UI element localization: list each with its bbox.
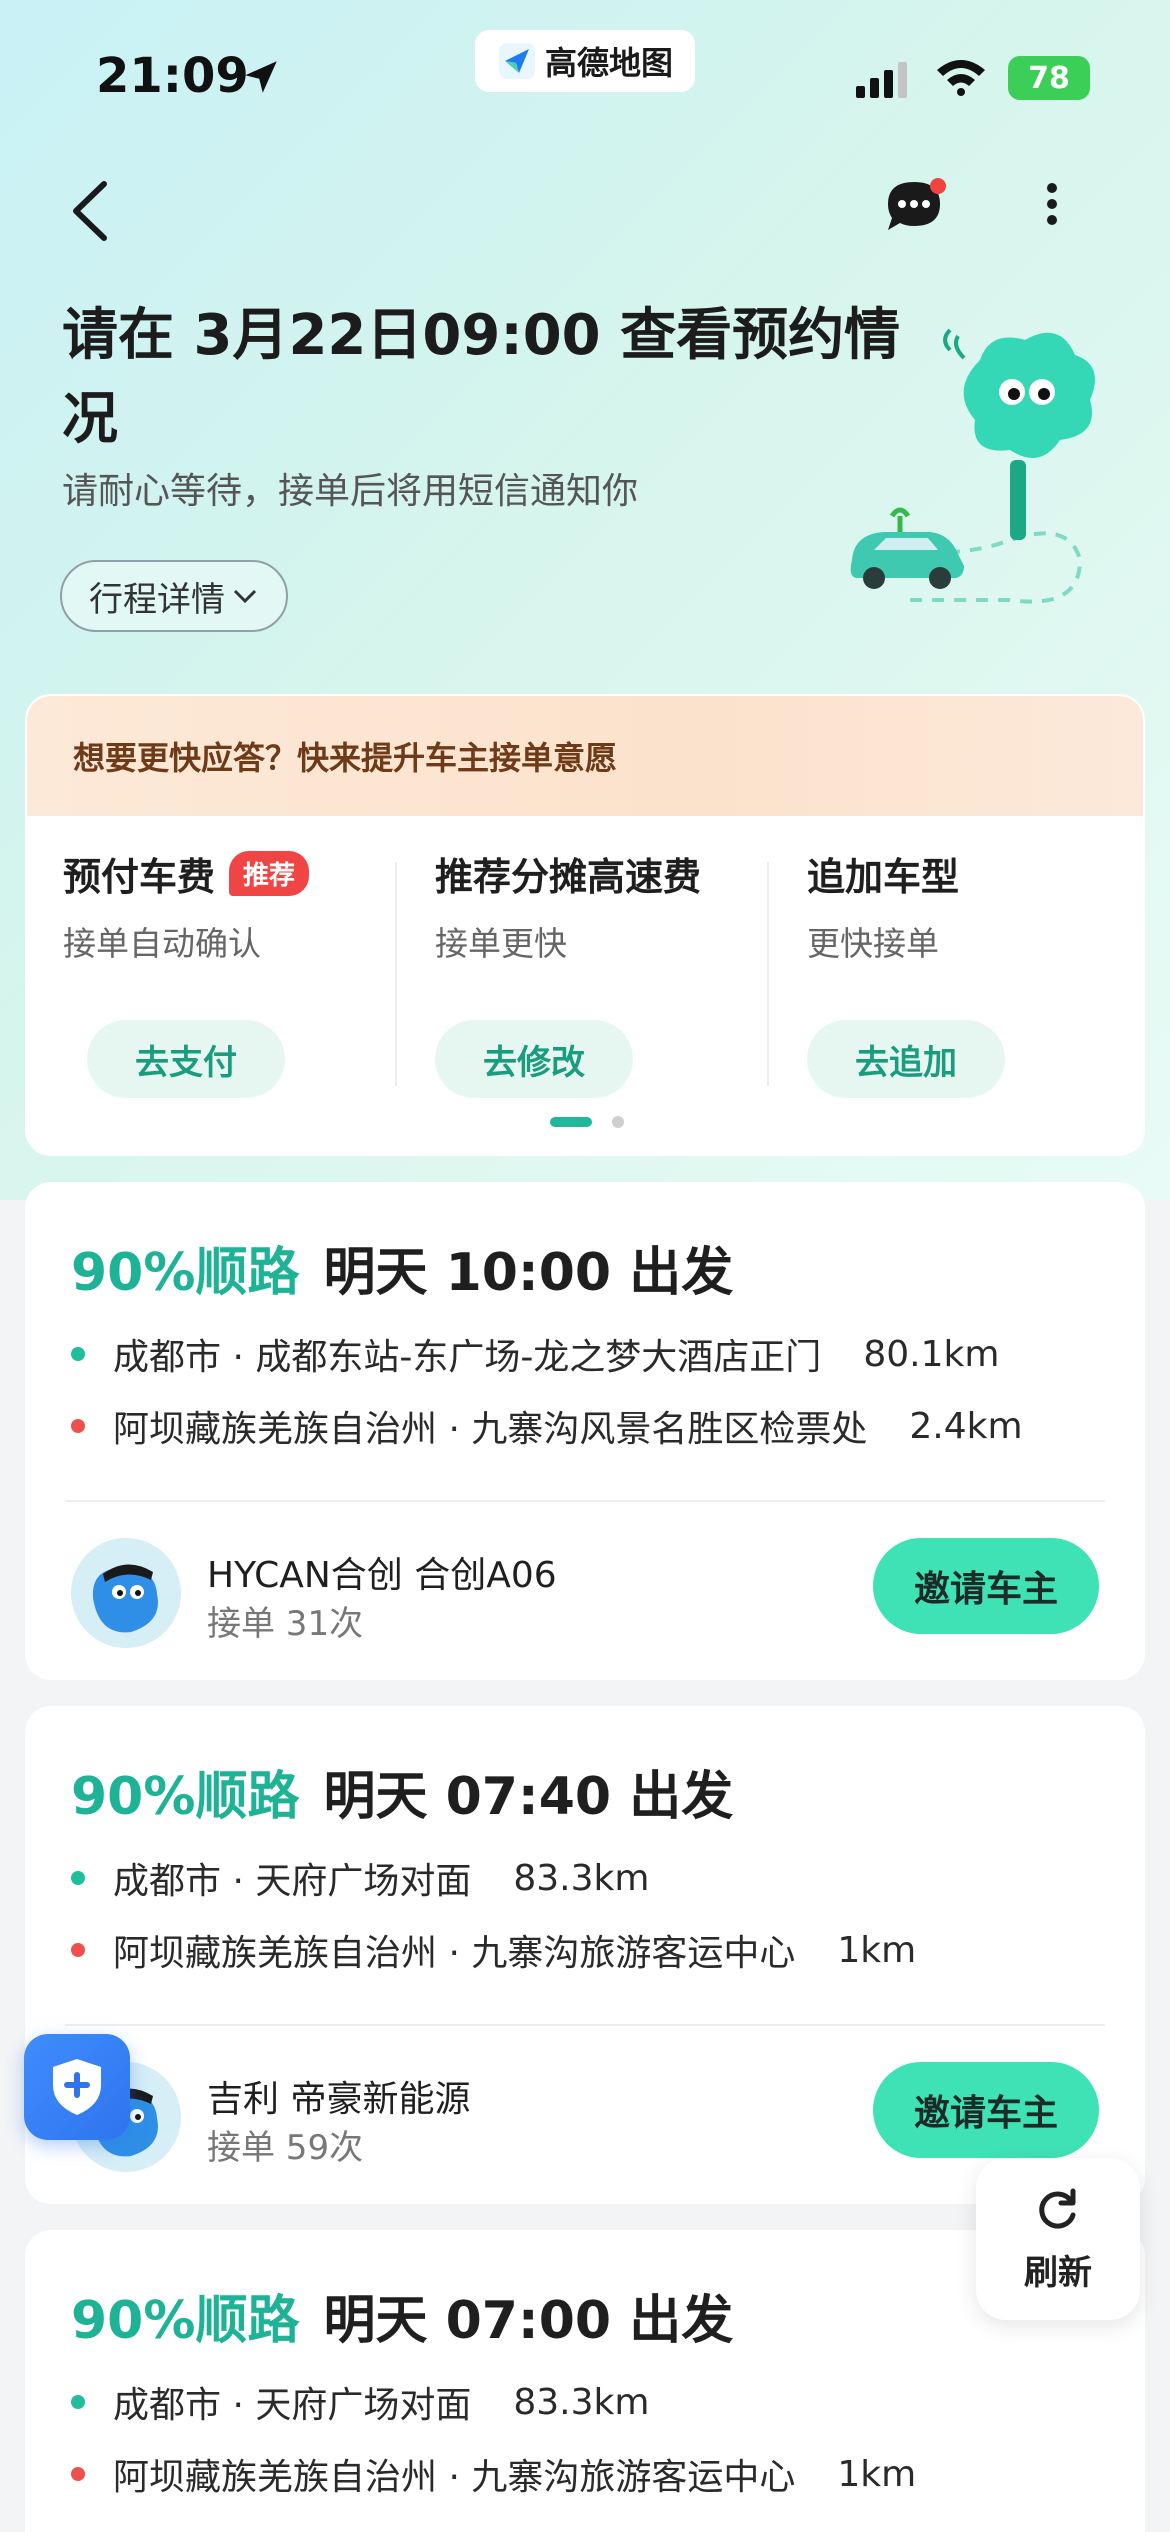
origin-distance: 83.3km [513, 1857, 650, 1899]
destination-text: 阿坝藏族羌族自治州 · 九寨沟风景名胜区检票处 [113, 1409, 868, 1450]
ride-card[interactable]: 90%顺路 明天 10:00 出发 成都市 · 成都东站-东广场-龙之梦大酒店正… [25, 1182, 1145, 1680]
route-match: 90%顺路 [71, 2291, 300, 2351]
destination-text: 阿坝藏族羌族自治州 · 九寨沟旅游客运中心 [113, 2457, 796, 2498]
status-time: 21:09 [96, 48, 249, 104]
origin-text: 成都市 · 成都东站-东广场-龙之梦大酒店正门 [113, 1337, 822, 1378]
route-destination: 阿坝藏族羌族自治州 · 九寨沟风景名胜区检票处 2.4km [71, 1400, 1023, 1452]
promo-option-subtitle: 接单更快 [435, 924, 567, 963]
promo-option-title: 推荐分摊高速费 [435, 855, 702, 899]
ride-title: 90%顺路 明天 10:00 出发 [71, 1230, 733, 1305]
route-origin: 成都市 · 天府广场对面 83.3km [71, 1852, 649, 1904]
route-match: 90%顺路 [71, 1243, 300, 1303]
promo-option-subtitle: 接单自动确认 [63, 924, 261, 963]
promo-banner: 想要更快应答？快来提升车主接单意愿 [27, 696, 1143, 816]
safety-shield-button[interactable] [24, 2034, 130, 2140]
route-match: 90%顺路 [71, 1767, 300, 1827]
promo-banner-text: 想要更快应答？快来提升车主接单意愿 [73, 739, 618, 777]
invite-driver-button[interactable]: 邀请车主 [873, 1538, 1099, 1634]
promo-card: 想要更快应答？快来提升车主接单意愿 预付车费 推荐 接单自动确认 去支付 推荐分… [25, 694, 1145, 1156]
carousel-dot[interactable] [612, 1116, 624, 1128]
refresh-label: 刷新 [1024, 2252, 1092, 2293]
refresh-button[interactable]: 刷新 [976, 2158, 1140, 2320]
destination-distance: 1km [837, 1929, 917, 1971]
car-model: HYCAN合创 合创A06 [207, 1555, 557, 1596]
ride-title: 90%顺路 明天 07:40 出发 [71, 1754, 733, 1829]
page-subtitle: 请耐心等待，接单后将用短信通知你 [62, 471, 639, 512]
destination-dot-icon [71, 1419, 85, 1433]
carousel-indicator [27, 1116, 1143, 1128]
divider [395, 862, 397, 1086]
battery-level: 78 [1028, 60, 1070, 96]
origin-dot-icon [71, 1347, 85, 1361]
destination-dot-icon [71, 2467, 85, 2481]
cellular-signal-icon [856, 62, 907, 98]
route-destination: 阿坝藏族羌族自治州 · 九寨沟旅游客运中心 1km [71, 1924, 916, 1976]
refresh-icon [1039, 2188, 1076, 2229]
page-title: 请在 3月22日09:00 查看预约情况 [62, 303, 901, 452]
origin-dot-icon [71, 2395, 85, 2409]
destination-distance: 1km [837, 2453, 917, 2495]
driver-order-count: 接单 31次 [207, 1604, 364, 1644]
shield-icon [53, 2059, 101, 2115]
divider [65, 2024, 1105, 2026]
ride-card[interactable]: 90%顺路 明天 07:40 出发 成都市 · 天府广场对面 83.3km 阿坝… [25, 1706, 1145, 2204]
app-name: 高德地图 [544, 44, 673, 82]
promo-option-prepay: 预付车费 推荐 接单自动确认 去支付 [63, 846, 423, 1098]
ride-title: 90%顺路 明天 07:00 出发 [71, 2278, 733, 2353]
promo-options: 预付车费 推荐 接单自动确认 去支付 推荐分摊高速费 接单更快 去修改 追加车型… [27, 816, 1143, 1154]
avatar [71, 1538, 181, 1648]
promo-option-add-car-type: 追加车型 更快接单 去追加 [807, 846, 1143, 1098]
mascot-illustration [850, 328, 1095, 604]
trip-detail-button[interactable]: 行程详情 [60, 560, 288, 632]
departure-time: 明天 07:00 出发 [323, 2291, 734, 2351]
trip-detail-label: 行程详情 [89, 579, 225, 620]
location-arrow-icon [245, 61, 277, 93]
modify-button[interactable]: 去修改 [435, 1020, 633, 1098]
route-destination: 阿坝藏族羌族自治州 · 九寨沟旅游客运中心 1km [71, 2448, 916, 2500]
divider [767, 862, 769, 1086]
battery-indicator: 78 [1008, 56, 1090, 100]
promo-option-toll-share: 推荐分摊高速费 接单更快 去修改 [435, 846, 795, 1098]
recommend-badge: 推荐 [229, 851, 310, 896]
departure-time: 明天 07:40 出发 [323, 1767, 734, 1827]
origin-dot-icon [71, 1871, 85, 1885]
route-origin: 成都市 · 成都东站-东广场-龙之梦大酒店正门 80.1km [71, 1328, 999, 1380]
destination-distance: 2.4km [909, 1405, 1023, 1447]
add-car-type-button[interactable]: 去追加 [807, 1020, 1005, 1098]
origin-text: 成都市 · 天府广场对面 [113, 1861, 472, 1902]
chat-icon[interactable] [880, 176, 950, 236]
driver-mascot-icon [92, 1564, 158, 1633]
invite-driver-button[interactable]: 邀请车主 [873, 2062, 1099, 2158]
car-model: 吉利 帝豪新能源 [207, 2079, 471, 2120]
promo-option-subtitle: 更快接单 [807, 924, 939, 963]
more-options-icon[interactable] [1032, 174, 1072, 244]
origin-distance: 80.1km [863, 1333, 1000, 1375]
app-indicator[interactable]: 高德地图 [475, 30, 695, 92]
chevron-down-icon [233, 589, 257, 604]
departure-time: 明天 10:00 出发 [323, 1243, 734, 1303]
origin-distance: 83.3km [513, 2381, 650, 2423]
back-arrow-icon[interactable] [64, 176, 116, 246]
status-bar: 21:09 高德地图 78 [0, 0, 1170, 150]
carousel-dot-active [550, 1117, 592, 1127]
wifi-icon [937, 60, 985, 96]
amap-logo-icon [498, 43, 535, 79]
pay-now-button[interactable]: 去支付 [87, 1020, 285, 1098]
destination-dot-icon [71, 1943, 85, 1957]
destination-text: 阿坝藏族羌族自治州 · 九寨沟旅游客运中心 [113, 1933, 796, 1974]
divider [65, 1500, 1105, 1502]
promo-option-title: 预付车费 [63, 855, 216, 899]
promo-option-title: 追加车型 [807, 855, 960, 899]
route-origin: 成都市 · 天府广场对面 83.3km [71, 2376, 649, 2428]
origin-text: 成都市 · 天府广场对面 [113, 2385, 472, 2426]
driver-order-count: 接单 59次 [207, 2128, 364, 2168]
